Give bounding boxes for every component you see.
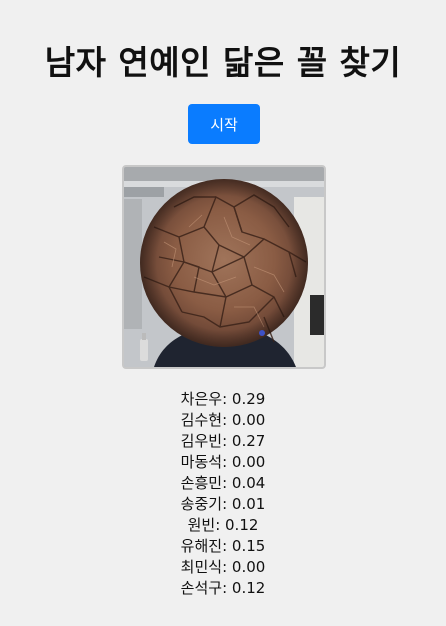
- similarity-score: 0.00: [231, 558, 266, 576]
- celebrity-name: 마동석: [180, 453, 223, 471]
- page-title: 남자 연예인 닮은 꼴 찾기: [44, 43, 402, 82]
- result-row: 손흥민: 0.04: [180, 474, 266, 492]
- result-row: 송중기: 0.01: [180, 495, 266, 513]
- celebrity-name: 원빈: [187, 516, 216, 534]
- similarity-score: 0.00: [231, 453, 266, 471]
- result-row: 김수현: 0.00: [180, 411, 266, 429]
- celebrity-name: 손석구: [180, 579, 223, 597]
- similarity-score: 0.29: [231, 390, 266, 408]
- similarity-score: 0.15: [231, 537, 266, 555]
- results-list: 차은우: 0.29 김수현: 0.00 김우빈: 0.27 마동석: 0.00 …: [0, 389, 446, 599]
- celebrity-name: 손흥민: [180, 474, 223, 492]
- similarity-score: 0.00: [231, 411, 266, 429]
- similarity-score: 0.12: [225, 516, 259, 534]
- webcam-canvas: [122, 165, 326, 369]
- celebrity-name: 김수현: [180, 411, 223, 429]
- result-row: 유해진: 0.15: [180, 537, 266, 555]
- webcam-image: [124, 167, 324, 367]
- similarity-score: 0.12: [231, 579, 266, 597]
- result-row: 마동석: 0.00: [180, 453, 266, 471]
- similarity-score: 0.04: [231, 474, 266, 492]
- celebrity-name: 김우빈: [180, 432, 223, 450]
- result-row: 손석구: 0.12: [180, 579, 266, 597]
- result-row: 최민식: 0.00: [180, 558, 266, 576]
- celebrity-name: 송중기: [180, 495, 223, 513]
- result-row: 김우빈: 0.27: [180, 432, 266, 450]
- similarity-score: 0.01: [231, 495, 266, 513]
- result-row: 차은우: 0.29: [180, 390, 266, 408]
- celebrity-name: 최민식: [180, 558, 223, 576]
- result-row: 원빈: 0.12: [187, 516, 259, 534]
- celebrity-name: 유해진: [180, 537, 223, 555]
- similarity-score: 0.27: [231, 432, 266, 450]
- celebrity-name: 차은우: [180, 390, 223, 408]
- start-button[interactable]: 시작: [188, 104, 260, 144]
